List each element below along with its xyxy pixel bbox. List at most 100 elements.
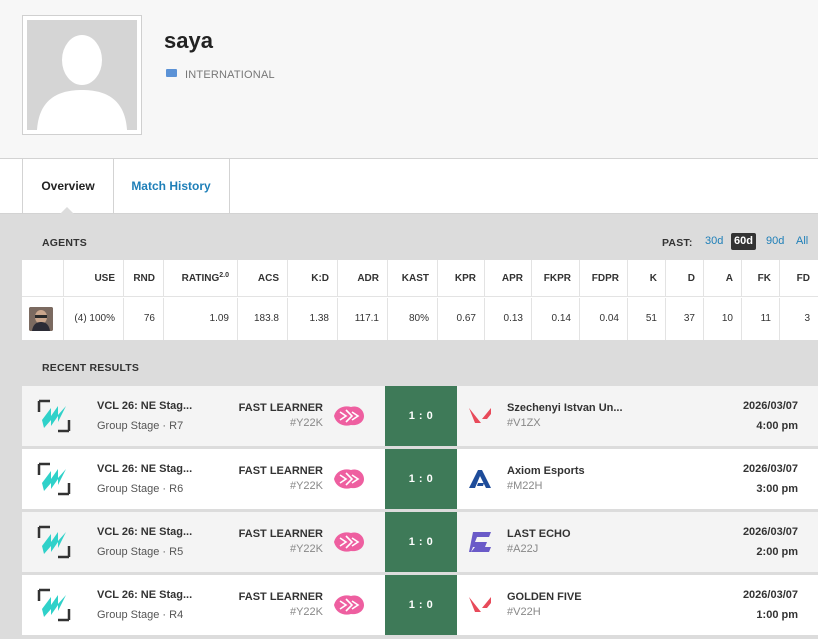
team2-name: GOLDEN FIVE: [507, 591, 582, 603]
team2-tag: #V22H: [507, 606, 541, 618]
player-country: INTERNATIONAL: [185, 69, 275, 81]
player-name: saya: [164, 28, 213, 53]
event-stage: Group Stage · R7: [97, 420, 183, 432]
event-name: VCL 26: NE Stag...: [97, 400, 193, 412]
col-header-a[interactable]: A: [704, 260, 742, 297]
axiom-logo-icon: [467, 466, 493, 492]
stat-rnd: 76: [124, 298, 164, 340]
team1-name: FAST LEARNER: [238, 402, 323, 414]
agents-table: USE RND RATING2.0 ACS K:D ADR KAST KPR A…: [22, 260, 818, 340]
team1-name: FAST LEARNER: [238, 528, 323, 540]
match-row[interactable]: VCL 26: NE Stag... Group Stage · R6 FAST…: [22, 449, 818, 511]
stat-rating: 1.09: [164, 298, 238, 340]
player-avatar: [22, 15, 142, 135]
past-all-option[interactable]: All: [793, 233, 811, 250]
active-tab-indicator: [60, 207, 74, 214]
match-row[interactable]: VCL 26: NE Stag... Group Stage · R4 FAST…: [22, 575, 818, 637]
col-header-d[interactable]: D: [666, 260, 704, 297]
event-logo-icon: [36, 461, 72, 497]
event-name: VCL 26: NE Stag...: [97, 463, 193, 475]
event-stage: Group Stage · R5: [97, 546, 183, 558]
team2-name: Szechenyi Istvan Un...: [507, 402, 623, 414]
event-name: VCL 26: NE Stag...: [97, 589, 193, 601]
event-logo-icon: [36, 587, 72, 623]
stat-acs: 183.8: [238, 298, 288, 340]
match-score: 1 : 0: [385, 449, 457, 509]
tab-overview[interactable]: Overview: [22, 159, 114, 213]
event-stage: Group Stage · R6: [97, 483, 183, 495]
rating-label: RATING: [181, 273, 220, 284]
agent-cell: [22, 298, 64, 340]
player-header: saya INTERNATIONAL: [0, 0, 818, 159]
team1-tag: #Y22K: [289, 606, 323, 618]
stage-round: R6: [169, 483, 184, 495]
event-name: VCL 26: NE Stag...: [97, 526, 193, 538]
agent-portrait-icon: [29, 307, 53, 331]
valorant-logo-icon: [467, 592, 493, 618]
stat-d: 37: [666, 298, 704, 340]
match-date: 2026/03/07: [742, 526, 798, 538]
stat-kast: 80%: [388, 298, 438, 340]
match-time: 2:00 pm: [756, 546, 798, 558]
past-label: PAST:: [662, 237, 693, 249]
past-90d-option[interactable]: 90d: [763, 233, 787, 250]
col-header-fdpr[interactable]: FDPR: [580, 260, 628, 297]
col-header-kpr[interactable]: KPR: [438, 260, 485, 297]
team1-tag: #Y22K: [289, 480, 323, 492]
team2-tag: #A22J: [507, 543, 539, 555]
stat-k: 51: [628, 298, 666, 340]
col-header-adr[interactable]: ADR: [338, 260, 388, 297]
stage-separator: ·: [159, 546, 170, 558]
stat-kpr: 0.67: [438, 298, 485, 340]
stat-a: 10: [704, 298, 742, 340]
past-30d-option[interactable]: 30d: [702, 233, 726, 250]
team1-name: FAST LEARNER: [238, 591, 323, 603]
fast-learner-logo-icon: [332, 466, 366, 492]
fast-learner-logo-icon: [332, 592, 366, 618]
last-echo-logo-icon: [467, 529, 493, 555]
col-header-acs[interactable]: ACS: [238, 260, 288, 297]
stage-separator: ·: [159, 609, 170, 621]
stat-fdpr: 0.04: [580, 298, 628, 340]
col-header-kd[interactable]: K:D: [288, 260, 338, 297]
fast-learner-logo-icon: [332, 529, 366, 555]
team1-tag: #Y22K: [289, 417, 323, 429]
stat-fd: 3: [804, 313, 810, 324]
team1-name: FAST LEARNER: [238, 465, 323, 477]
stage-separator: ·: [159, 420, 170, 432]
stage-round: R4: [169, 609, 184, 621]
match-date: 2026/03/07: [742, 463, 798, 475]
match-row[interactable]: VCL 26: NE Stag... Group Stage · R5 FAST…: [22, 512, 818, 574]
match-score: 1 : 0: [385, 386, 457, 446]
event-stage: Group Stage · R4: [97, 609, 183, 621]
valorant-logo-icon: [467, 403, 493, 429]
stage-round: R5: [169, 546, 184, 558]
match-row[interactable]: VCL 26: NE Stag... Group Stage · R7 FAST…: [22, 386, 818, 448]
match-score: 1 : 0: [385, 575, 457, 635]
rating-version: 2.0: [219, 272, 229, 279]
avatar-placeholder-icon: [27, 20, 137, 130]
stat-apr: 0.13: [485, 298, 532, 340]
match-date: 2026/03/07: [742, 589, 798, 601]
col-header-fk[interactable]: FK: [742, 260, 780, 297]
col-header-fd[interactable]: FD: [780, 260, 818, 297]
col-header-kast[interactable]: KAST: [388, 260, 438, 297]
col-header-use[interactable]: USE: [64, 260, 124, 297]
team2-tag: #V1ZX: [507, 417, 541, 429]
recent-results-title: RECENT RESULTS: [42, 362, 140, 374]
stat-adr: 117.1: [338, 298, 388, 340]
past-60d-option[interactable]: 60d: [731, 233, 756, 250]
team2-tag: #M22H: [507, 480, 543, 492]
col-header-rating[interactable]: RATING2.0: [164, 260, 238, 297]
tab-match-history[interactable]: Match History: [113, 159, 230, 213]
col-header-fkpr[interactable]: FKPR: [532, 260, 580, 297]
col-header-apr[interactable]: APR: [485, 260, 532, 297]
stage-round: R7: [169, 420, 184, 432]
col-header-k[interactable]: K: [628, 260, 666, 297]
col-header-rnd[interactable]: RND: [124, 260, 164, 297]
match-time: 3:00 pm: [756, 483, 798, 495]
match-time: 4:00 pm: [756, 420, 798, 432]
team2-name: Axiom Esports: [507, 465, 585, 477]
agent-column-header: [22, 260, 64, 297]
match-time: 1:00 pm: [756, 609, 798, 621]
